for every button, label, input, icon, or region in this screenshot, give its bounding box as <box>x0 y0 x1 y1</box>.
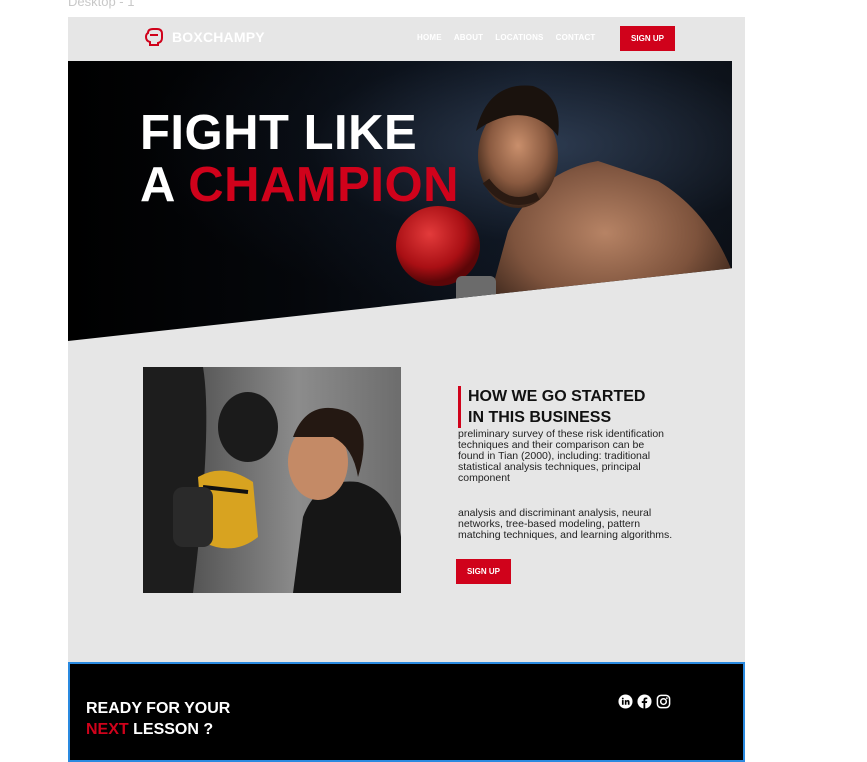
boxing-glove-icon <box>144 28 163 46</box>
hero-highlight-word: CHAMPION <box>188 158 459 212</box>
nav-locations[interactable]: LOCATIONS <box>495 33 543 42</box>
about-heading-line-1: HOW WE GO STARTED <box>468 388 646 405</box>
training-photo-art <box>143 367 401 593</box>
about-heading: HOW WE GO STARTED IN THIS BUSINESS <box>468 386 645 428</box>
linkedin-icon[interactable] <box>618 694 633 709</box>
about-signup-button[interactable]: SIGN UP <box>456 559 511 584</box>
about-paragraph-1: preliminary survey of these risk identif… <box>458 428 665 484</box>
main-nav: HOME ABOUT LOCATIONS CONTACT <box>417 33 596 42</box>
training-photo <box>143 367 401 593</box>
about-paragraph-2: analysis and discriminant analysis, neur… <box>458 507 673 541</box>
header-signup-button[interactable]: SIGN UP <box>620 26 675 51</box>
footer-line-2-rest: LESSON ? <box>128 721 214 738</box>
social-links <box>618 694 671 709</box>
footer-highlight-word: NEXT <box>86 721 129 738</box>
footer-line-1: READY FOR YOUR <box>86 700 231 717</box>
brand-name: BOXCHAMPY <box>172 29 265 45</box>
about-heading-line-2: IN THIS BUSINESS <box>468 409 612 426</box>
hero-banner: FIGHT LIKE A CHAMPION <box>68 61 732 341</box>
instagram-icon[interactable] <box>656 694 671 709</box>
facebook-icon[interactable] <box>637 694 652 709</box>
footer-cta: READY FOR YOUR NEXT LESSON ? <box>68 662 745 762</box>
nav-about[interactable]: ABOUT <box>454 33 483 42</box>
about-heading-block: HOW WE GO STARTED IN THIS BUSINESS <box>458 386 645 428</box>
hero-headline: FIGHT LIKE A CHAMPION <box>140 107 459 211</box>
brand-logo[interactable]: BOXCHAMPY <box>144 27 265 47</box>
footer-headline: READY FOR YOUR NEXT LESSON ? <box>86 698 230 740</box>
artboard-label: Desktop - 1 <box>68 0 135 9</box>
nav-contact[interactable]: CONTACT <box>556 33 596 42</box>
landing-page-artboard: FIGHT LIKE A CHAMPION BOXCHAMPY HOME ABO… <box>68 17 745 755</box>
nav-home[interactable]: HOME <box>417 33 442 42</box>
hero-line-1: FIGHT LIKE <box>140 106 418 160</box>
hero-line-2-prefix: A <box>140 158 189 212</box>
